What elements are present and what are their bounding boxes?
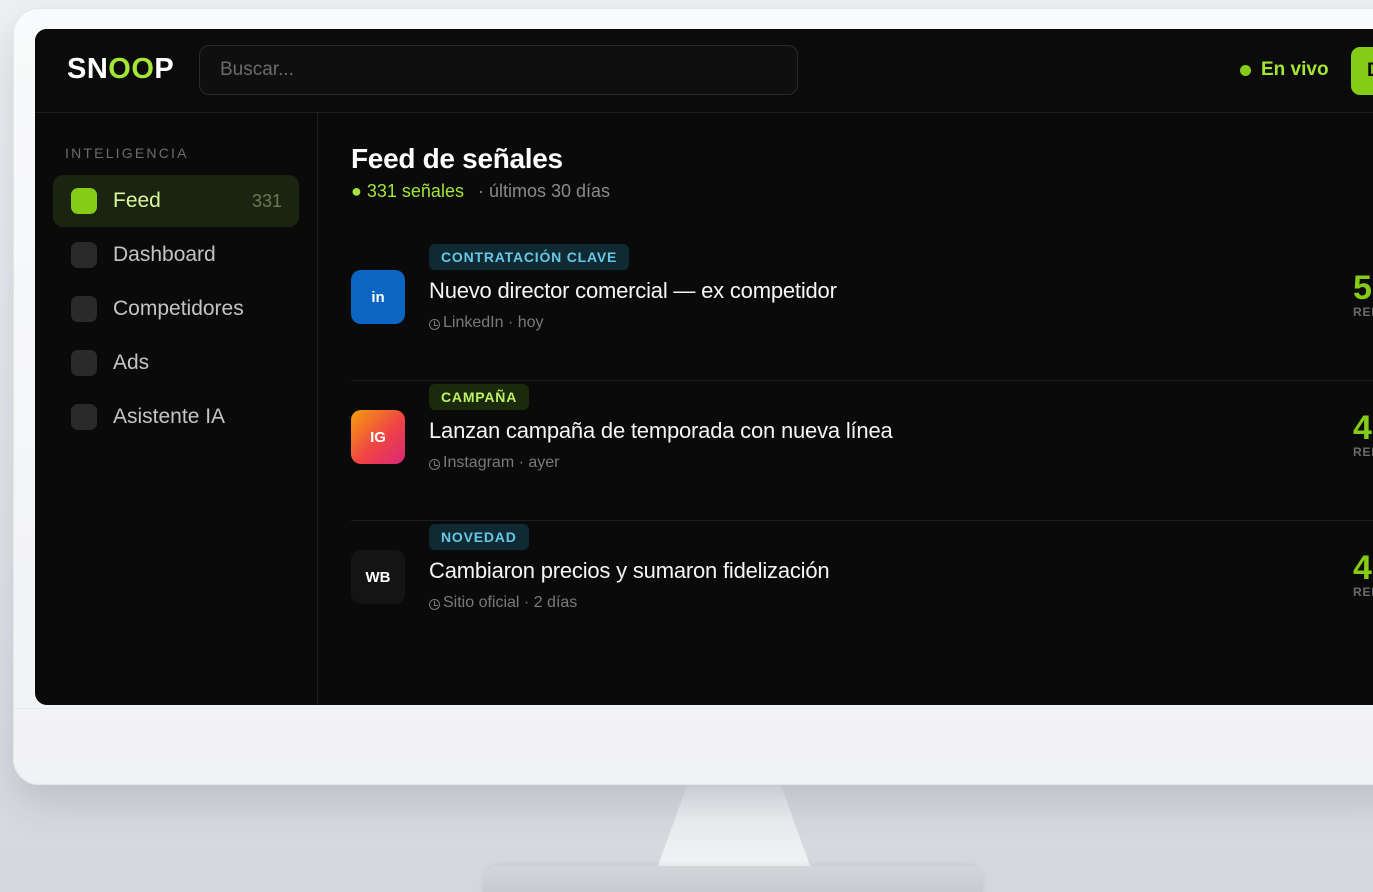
instagram-icon: IG	[351, 410, 405, 464]
sidebar: INTELIGENCIA Feed 331 Dashboard Competid…	[35, 113, 318, 705]
sidebar-item-dashboard[interactable]: Dashboard	[53, 229, 299, 281]
sidebar-item-competidores[interactable]: Competidores	[53, 283, 299, 335]
time-range: · últimos 30 días	[477, 181, 611, 201]
assistant-icon	[71, 404, 97, 430]
live-label: En vivo	[1261, 59, 1329, 80]
sidebar-item-label: Asistente IA	[113, 405, 226, 428]
logo-text-start: SN	[67, 53, 109, 85]
sidebar-item-asistente-ia[interactable]: Asistente IA	[53, 391, 299, 443]
sidebar-item-label: Competidores	[113, 297, 244, 320]
competitors-icon	[71, 296, 97, 322]
monitor-stand-neck	[656, 785, 812, 871]
feed-icon	[71, 188, 97, 214]
signal-source: LinkedIn · hoy	[443, 314, 544, 331]
signal-card[interactable]: in CONTRATACIÓN CLAVE Nuevo director com…	[351, 241, 1373, 381]
ads-icon	[71, 350, 97, 376]
website-icon: WB	[351, 550, 405, 604]
clock-icon	[429, 318, 440, 330]
relevance-score: 4 REL	[1353, 551, 1373, 599]
signal-feed: in CONTRATACIÓN CLAVE Nuevo director com…	[351, 241, 1373, 661]
logo-text-end: P	[154, 53, 175, 85]
sidebar-item-count: 331	[251, 190, 282, 211]
monitor-chin	[13, 708, 1373, 709]
sidebar-item-label: Ads	[113, 351, 150, 374]
signal-count: ● 331 señales	[351, 181, 464, 201]
signal-card[interactable]: WB NOVEDAD Cambiaron precios y sumaron f…	[351, 521, 1373, 661]
app-screen: SNOOP En vivo D INTELIGENCIA Feed 331 Da…	[35, 29, 1373, 705]
signal-meta: Instagram · ayer	[429, 454, 559, 472]
top-bar: SNOOP En vivo D	[35, 29, 1373, 113]
signal-source: Sitio oficial · 2 días	[443, 594, 578, 611]
signal-tag: NOVEDAD	[429, 524, 529, 550]
sidebar-item-label: Feed	[113, 189, 161, 212]
clock-icon	[429, 458, 440, 470]
sidebar-item-ads[interactable]: Ads	[53, 337, 299, 389]
sidebar-item-feed[interactable]: Feed 331	[53, 175, 299, 227]
sidebar-nav: Feed 331 Dashboard Competidores Ads Asis…	[53, 175, 299, 445]
signal-meta: Sitio oficial · 2 días	[429, 594, 577, 612]
sidebar-item-label: Dashboard	[113, 243, 216, 266]
signal-meta: LinkedIn · hoy	[429, 314, 544, 332]
score-value: 4	[1353, 549, 1372, 587]
signal-source: Instagram · ayer	[443, 454, 560, 471]
signal-card[interactable]: IG CAMPAÑA Lanzan campaña de temporada c…	[351, 381, 1373, 521]
score-label: REL	[1353, 445, 1373, 459]
linkedin-icon: in	[351, 270, 405, 324]
signal-tag: CAMPAÑA	[429, 384, 530, 410]
sidebar-section-label: INTELIGENCIA	[65, 145, 189, 161]
page-subtitle: ● 331 señales · últimos 30 días	[351, 181, 610, 202]
dashboard-icon	[71, 242, 97, 268]
score-value: 5	[1353, 269, 1372, 307]
signal-title[interactable]: Nuevo director comercial — ex competidor	[429, 278, 837, 304]
live-dot-icon	[1240, 64, 1251, 76]
logo-text-accent: OO	[108, 53, 155, 85]
score-label: REL	[1353, 585, 1373, 599]
signal-tag: CONTRATACIÓN CLAVE	[429, 244, 630, 270]
clock-icon	[429, 598, 440, 610]
snoop-logo[interactable]: SNOOP	[67, 53, 174, 86]
signal-title[interactable]: Lanzan campaña de temporada con nueva lí…	[429, 418, 893, 444]
live-indicator: En vivo	[1240, 59, 1329, 81]
page-title: Feed de señales	[351, 143, 563, 174]
monitor-stand-base	[483, 866, 983, 892]
main-content: Feed de señales ● 331 señales · últimos …	[351, 113, 1373, 705]
primary-action-button[interactable]: D	[1351, 47, 1373, 95]
score-label: REL	[1353, 305, 1373, 319]
signal-title[interactable]: Cambiaron precios y sumaron fidelización	[429, 558, 830, 584]
relevance-score: 5 REL	[1353, 271, 1373, 319]
relevance-score: 4 REL	[1353, 411, 1373, 459]
score-value: 4	[1353, 409, 1372, 447]
scene: SNOOP En vivo D INTELIGENCIA Feed 331 Da…	[0, 0, 1373, 892]
search-input[interactable]	[199, 45, 798, 95]
